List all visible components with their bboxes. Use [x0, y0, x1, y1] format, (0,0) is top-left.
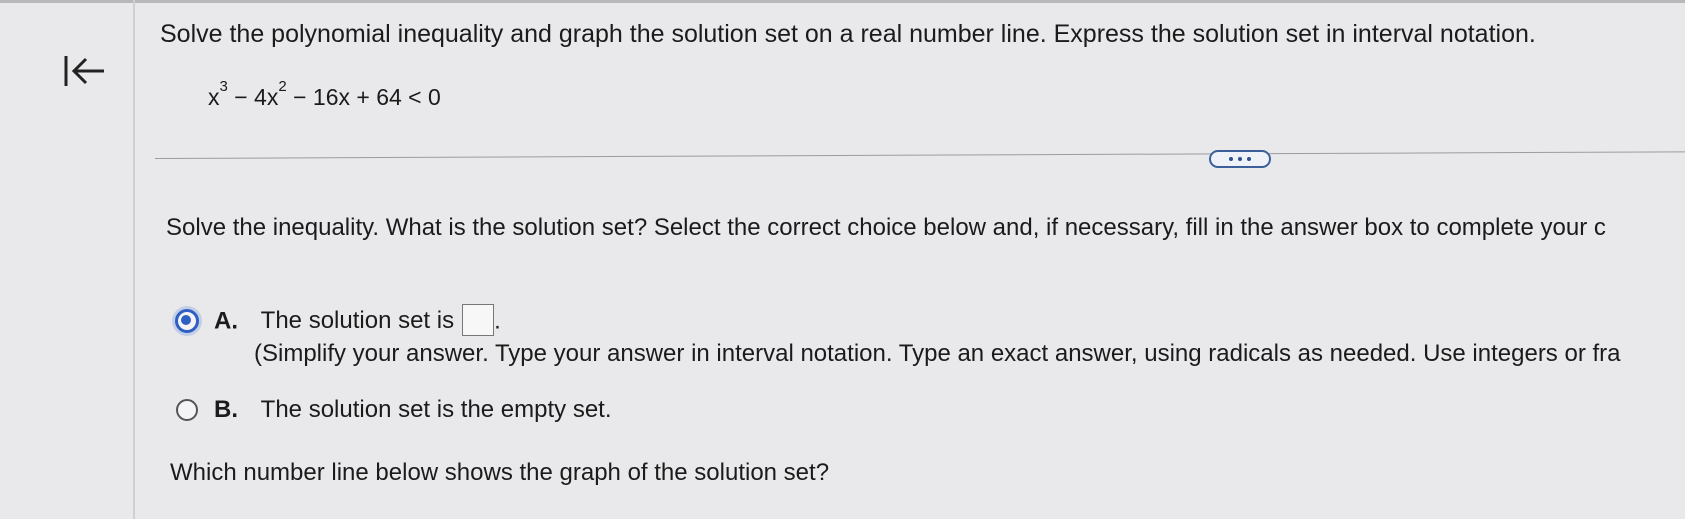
part1-prompt: Solve the inequality. What is the soluti…	[166, 214, 1606, 241]
choice-b-text: The solution set is the empty set.	[260, 396, 612, 423]
answer-hint: (Simplify your answer. Type your answer …	[254, 340, 1621, 367]
choice-b-radio[interactable]	[176, 399, 198, 421]
equation-term: x	[208, 84, 220, 110]
inequality-equation: x3 − 4x2 − 16x + 64 < 0	[208, 78, 441, 111]
choice-a-radio[interactable]	[175, 309, 199, 333]
equation-exponent: 3	[219, 78, 228, 95]
sidebar-divider	[133, 0, 135, 519]
choice-b-letter: B.	[214, 396, 238, 423]
ellipsis-icon	[1238, 157, 1242, 161]
choice-a-period: .	[494, 307, 501, 335]
choice-a-letter: A.	[214, 307, 238, 335]
expand-more-button[interactable]	[1209, 150, 1271, 168]
section-divider	[154, 151, 1685, 159]
ellipsis-icon	[1229, 157, 1233, 161]
back-to-start-button[interactable]	[58, 52, 110, 94]
ellipsis-icon	[1247, 157, 1251, 161]
equation-term: − 16x + 64 < 0	[286, 84, 441, 110]
equation-term: − 4x	[227, 84, 279, 110]
question-text: Solve the polynomial inequality and grap…	[160, 20, 1536, 48]
part2-question: Which number line below shows the graph …	[170, 459, 830, 486]
equation-exponent: 2	[278, 78, 287, 95]
choice-a[interactable]: A. The solution set is.	[214, 304, 501, 338]
choice-b[interactable]: B. The solution set is the empty set.	[214, 396, 612, 424]
choice-a-text: The solution set is	[260, 307, 455, 335]
answer-input-box[interactable]	[462, 304, 495, 336]
top-strip	[0, 0, 1685, 3]
arrow-to-left-bar-icon	[62, 53, 106, 94]
